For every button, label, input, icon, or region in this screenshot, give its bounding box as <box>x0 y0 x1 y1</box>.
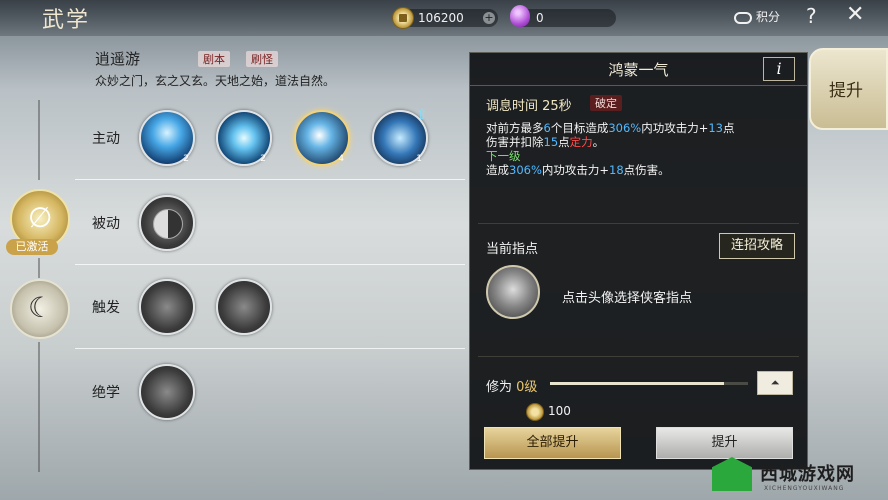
row-divider <box>75 348 465 349</box>
help-button[interactable]: ? <box>806 4 817 28</box>
tab-upgrade-label: 提升 <box>829 81 863 101</box>
skill-level: 1 <box>416 154 422 164</box>
upgrade-all-button[interactable]: 全部提升 <box>484 427 621 459</box>
skill-slot[interactable]: 2 <box>216 110 272 166</box>
row-label-trigger: 触发 <box>92 300 120 316</box>
coin-balance: 106200 + <box>392 7 498 29</box>
skill-slot-selected[interactable]: 4 <box>294 110 350 166</box>
leaf-icon: ∅ <box>28 201 53 234</box>
break-tag: 破定 <box>590 95 622 111</box>
gem-balance: 0 <box>510 5 616 27</box>
panel-divider <box>478 223 799 224</box>
effect-line: 造成306%内功攻击力+18点伤害。 <box>486 163 670 177</box>
close-button[interactable]: ✕ <box>846 2 864 27</box>
crescent-icon: ☾ <box>28 291 54 324</box>
cultivation-value: 0级 <box>516 380 538 395</box>
row-label-active: 主动 <box>92 131 120 147</box>
combo-guide-button[interactable]: 连招攻略 <box>719 233 795 259</box>
skill-slot[interactable]: 2 <box>139 110 195 166</box>
cultivation-bar-fill <box>550 382 725 385</box>
divider-vertical <box>38 258 40 278</box>
gem-value: 0 <box>536 11 544 25</box>
info-button[interactable]: i <box>763 57 795 81</box>
coin-icon <box>392 7 414 29</box>
tab-upgrade[interactable]: 提升 <box>809 48 888 130</box>
next-level-label: 下一级 <box>486 149 521 163</box>
skill-name: 鸿蒙一气 <box>608 61 669 79</box>
score-icon <box>734 11 752 24</box>
cultivation-bar <box>550 382 748 385</box>
watermark: 西城游戏网 XICHENGYOUXIWANG <box>712 455 888 500</box>
skill-level: 2 <box>260 154 266 164</box>
skill-level: 4 <box>338 154 344 164</box>
skill-slot[interactable] <box>216 279 272 335</box>
yin-yang-icon <box>153 209 183 239</box>
effect-line: 伤害并扣除15点定力。 <box>486 135 605 149</box>
mentor-portrait[interactable] <box>486 265 540 319</box>
school-description: 众妙之门，玄之又玄。天地之始，道法自然。 <box>95 74 336 88</box>
cooldown-text: 调息时间 25秒 <box>486 99 572 114</box>
portrait-hint: 点击头像选择侠客指点 <box>562 291 693 306</box>
row-label-passive: 被动 <box>92 216 120 232</box>
skill-level: 2 <box>183 154 189 164</box>
panel-divider <box>478 356 799 357</box>
school-name: 逍遥游 <box>95 50 141 68</box>
skill-slot[interactable] <box>139 279 195 335</box>
watermark-subtext: XICHENGYOUXIWANG <box>764 485 845 492</box>
activated-label: 已激活 <box>6 239 58 255</box>
skill-detail-panel: 鸿蒙一气 i 调息时间 25秒 破定 对前方最多6个目标造成306%内功攻击力+… <box>469 52 808 470</box>
panel-header: 鸿蒙一气 i <box>470 53 807 86</box>
row-divider <box>75 264 465 265</box>
skill-slot[interactable] <box>139 364 195 420</box>
divider-vertical <box>38 100 40 180</box>
cultivation-label: 修为 0级 <box>486 380 538 395</box>
score-button[interactable]: 积分 <box>734 8 780 25</box>
page-title: 武学 <box>42 8 91 33</box>
row-divider <box>75 179 465 180</box>
divider-vertical <box>38 342 40 472</box>
house-logo-icon <box>712 457 752 491</box>
upgrade-available-icon: ⇧ <box>416 107 428 123</box>
tag-script: 剧本 <box>198 51 230 67</box>
tag-farm: 刷怪 <box>246 51 278 67</box>
trigger-school-badge[interactable]: ☾ <box>10 279 70 339</box>
row-label-ultimate: 绝学 <box>92 385 120 401</box>
upgrade-cost: 100 <box>548 404 571 418</box>
cultivation-up-button[interactable]: ⏶ <box>757 371 793 395</box>
gem-icon <box>510 5 530 27</box>
add-coin-button[interactable]: + <box>483 12 495 24</box>
score-label: 积分 <box>756 10 781 24</box>
skill-slot[interactable] <box>139 195 195 251</box>
watermark-text: 西城游戏网 <box>760 464 855 485</box>
guide-title: 当前指点 <box>486 242 539 257</box>
coin-icon <box>526 403 544 421</box>
effect-line: 对前方最多6个目标造成306%内功攻击力+13点 <box>486 121 735 135</box>
coin-value: 106200 <box>418 11 464 25</box>
